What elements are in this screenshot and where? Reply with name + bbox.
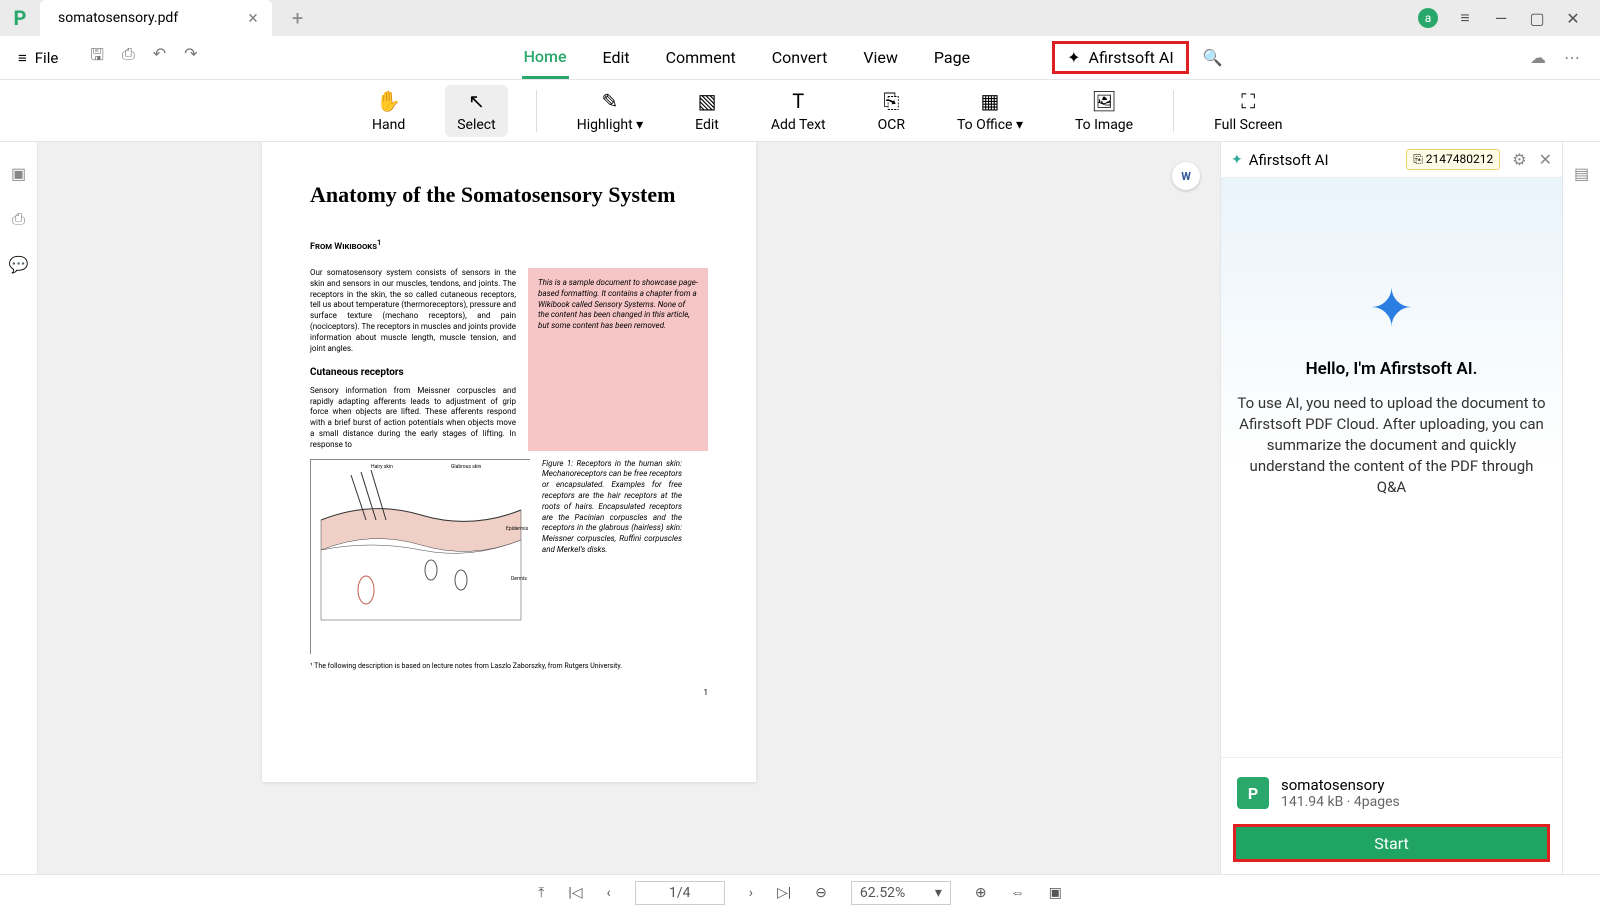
tab-convert[interactable]: Convert <box>770 38 830 77</box>
page-title: Anatomy of the Somatosensory System <box>310 182 708 208</box>
settings-icon[interactable]: ⚙ <box>1512 150 1526 169</box>
office-icon: ▦ <box>981 89 1000 113</box>
fit-page-icon[interactable]: ▣ <box>1049 885 1062 901</box>
undo-icon[interactable]: ↶ <box>153 44 166 71</box>
print-icon[interactable]: ⎙ <box>122 44 135 71</box>
ocr-tool[interactable]: ⎘OCR <box>866 85 917 137</box>
ai-document-row: P somatosensory 141.94 kB · 4pages <box>1233 770 1550 824</box>
comment-panel-icon[interactable]: 💬 <box>9 255 29 274</box>
highlight-tool[interactable]: ✎Highlight ▾ <box>565 85 655 137</box>
close-window-icon[interactable]: ✕ <box>1564 9 1582 27</box>
tab-view[interactable]: View <box>861 38 900 77</box>
sparkle-icon: ✦ <box>1231 152 1243 168</box>
panel-toggle-icon[interactable]: ▤ <box>1574 164 1589 183</box>
hand-icon: ✋ <box>376 89 401 113</box>
more-icon[interactable]: ⋯ <box>1564 48 1580 67</box>
tab-comment[interactable]: Comment <box>664 38 738 77</box>
source-line: From Wikibooks1 <box>310 238 708 252</box>
start-button[interactable]: Start <box>1233 824 1550 862</box>
prev-page-icon[interactable]: ‹ <box>607 885 611 901</box>
close-panel-icon[interactable]: ✕ <box>1539 150 1552 169</box>
zoom-in-icon[interactable]: ⊕ <box>975 885 987 901</box>
paragraph: Sensory information from Meissner corpus… <box>310 386 516 451</box>
edit-icon: ▧ <box>698 89 717 113</box>
full-screen-tool[interactable]: ⛶Full Screen <box>1202 85 1294 137</box>
ai-doc-name: somatosensory <box>1281 776 1400 794</box>
notice-box: This is a sample document to showcase pa… <box>528 268 708 451</box>
tab-title: somatosensory.pdf <box>58 10 178 26</box>
ai-panel-title: Afirstsoft AI <box>1249 151 1400 169</box>
hand-tool[interactable]: ✋Hand <box>360 85 417 137</box>
prev-section-icon[interactable]: |◁ <box>568 885 582 901</box>
tab-home[interactable]: Home <box>522 37 569 79</box>
footnote: ¹ The following description is based on … <box>310 662 708 670</box>
separator <box>536 90 537 132</box>
figure-skin-diagram: Hairy skin Glabrous skin Epidermis Dermi… <box>310 459 530 654</box>
tab-edit[interactable]: Edit <box>601 38 632 77</box>
paragraph: Our somatosensory system consists of sen… <box>310 268 516 354</box>
cloud-icon[interactable]: ☁ <box>1530 48 1546 67</box>
save-icon[interactable]: 🖫 <box>90 44 104 71</box>
hamburger-icon[interactable]: ≡ <box>1456 9 1474 27</box>
text-icon: T <box>792 89 804 113</box>
document-tab[interactable]: somatosensory.pdf × <box>40 0 272 36</box>
ai-panel: ✦ Afirstsoft AI ⎘ 2147480212 ⚙ ✕ ✦ Hello… <box>1220 142 1562 874</box>
file-label: File <box>35 49 59 67</box>
svg-text:Epidermis: Epidermis <box>506 526 529 532</box>
word-export-icon[interactable]: W <box>1172 162 1200 190</box>
to-image-tool[interactable]: 🖼To Image <box>1063 85 1145 137</box>
edit-tool[interactable]: ▧Edit <box>683 85 731 137</box>
redo-icon[interactable]: ↷ <box>184 44 197 71</box>
file-menu[interactable]: ≡ File <box>0 49 76 67</box>
next-section-icon[interactable]: ▷| <box>777 885 791 901</box>
pdf-icon: P <box>1237 777 1269 809</box>
pdf-page: Anatomy of the Somatosensory System From… <box>262 142 756 782</box>
section-heading: Cutaneous receptors <box>310 366 516 380</box>
search-icon[interactable]: 🔍 <box>1203 48 1223 67</box>
sparkle-icon: ✦ <box>1067 48 1080 67</box>
first-page-icon[interactable]: ⤒ <box>538 885 544 901</box>
page-number: 1 <box>310 688 708 697</box>
close-tab-icon[interactable]: × <box>248 8 258 29</box>
app-logo: P <box>0 0 40 36</box>
bookmark-icon[interactable]: ⎙ <box>12 209 25 229</box>
ai-doc-meta: 141.94 kB · 4pages <box>1281 794 1400 810</box>
add-text-tool[interactable]: TAdd Text <box>759 85 838 137</box>
ai-description: To use AI, you need to upload the docume… <box>1235 393 1548 498</box>
user-avatar[interactable]: a <box>1418 8 1438 28</box>
ai-greeting: Hello, I'm Afirstsoft AI. <box>1306 359 1478 379</box>
svg-text:Glabrous skin: Glabrous skin <box>451 464 482 470</box>
document-viewport[interactable]: W Anatomy of the Somatosensory System Fr… <box>38 142 1220 874</box>
figure-caption: Figure 1: Receptors in the human skin: M… <box>542 459 682 654</box>
highlighter-icon: ✎ <box>602 89 619 113</box>
ai-id-badge: ⎘ 2147480212 <box>1406 149 1500 170</box>
minimize-icon[interactable]: — <box>1492 9 1510 27</box>
tab-page[interactable]: Page <box>932 38 972 77</box>
zoom-out-icon[interactable]: ⊖ <box>815 885 827 901</box>
separator <box>1173 90 1174 132</box>
tab-ai[interactable]: ✦ Afirstsoft AI <box>1052 41 1189 74</box>
image-icon: 🖼 <box>1091 89 1116 113</box>
svg-text:Hairy skin: Hairy skin <box>371 464 393 470</box>
select-tool[interactable]: ↖Select <box>445 85 507 137</box>
svg-text:Dermis: Dermis <box>511 576 527 582</box>
fullscreen-icon: ⛶ <box>1241 89 1255 113</box>
maximize-icon[interactable]: ▢ <box>1528 9 1546 27</box>
thumbnail-icon[interactable]: ▣ <box>11 164 26 183</box>
add-tab-button[interactable]: + <box>292 6 303 30</box>
tab-ai-label: Afirstsoft AI <box>1089 48 1174 67</box>
next-page-icon[interactable]: › <box>749 885 753 901</box>
ocr-icon: ⎘ <box>883 89 899 113</box>
hamburger-icon: ≡ <box>18 49 27 67</box>
to-office-tool[interactable]: ▦To Office ▾ <box>945 85 1035 137</box>
fit-width-icon[interactable]: ⇔ <box>1011 884 1025 901</box>
sparkle-illustration: ✦ <box>1370 278 1414 339</box>
zoom-level[interactable]: 62.52%▾ <box>851 881 951 905</box>
page-indicator[interactable]: 1/4 <box>635 881 725 905</box>
cursor-icon: ↖ <box>468 89 485 113</box>
